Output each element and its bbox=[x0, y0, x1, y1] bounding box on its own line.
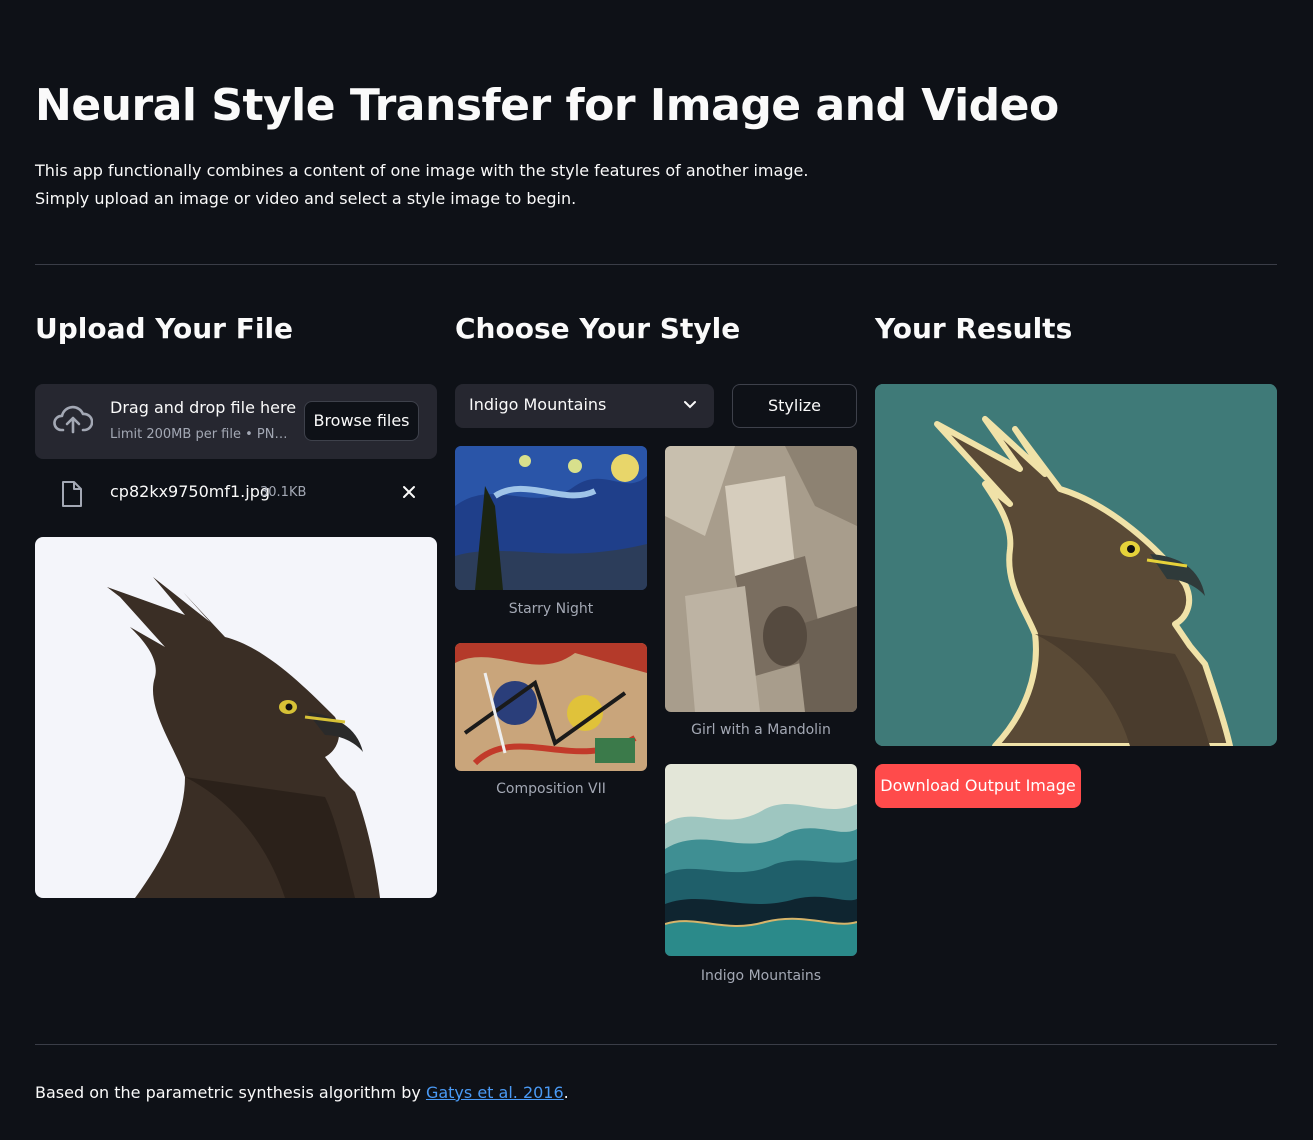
divider-top bbox=[35, 264, 1277, 265]
footer-text: Based on the parametric synthesis algori… bbox=[35, 1083, 569, 1102]
dropzone-limit: Limit 200MB per file • PN… bbox=[110, 427, 288, 442]
download-output-button[interactable]: Download Output Image bbox=[875, 764, 1081, 808]
results-heading: Your Results bbox=[875, 312, 1073, 345]
intro-line-1: This app functionally combines a content… bbox=[35, 161, 809, 180]
style-select-value: Indigo Mountains bbox=[469, 395, 607, 414]
chevron-down-icon bbox=[684, 401, 696, 409]
composition-vii-art bbox=[455, 643, 647, 771]
style-thumb-starry-night[interactable] bbox=[455, 446, 647, 590]
intro-line-2: Simply upload an image or video and sele… bbox=[35, 189, 577, 208]
cloud-upload-icon bbox=[53, 405, 93, 434]
style-caption-girl-with-a-mandolin: Girl with a Mandolin bbox=[691, 722, 831, 738]
dropzone-title: Drag and drop file here bbox=[110, 398, 297, 417]
upload-heading: Upload Your File bbox=[35, 312, 294, 345]
style-thumb-girl-with-a-mandolin[interactable] bbox=[665, 446, 857, 712]
close-icon[interactable] bbox=[399, 482, 419, 502]
style-select[interactable]: Indigo Mountains bbox=[455, 384, 714, 428]
browse-files-button[interactable]: Browse files bbox=[304, 401, 419, 441]
uploaded-file-row: cp82kx9750mf1.jpg 30.1KB bbox=[35, 476, 437, 512]
intro-text: This app functionally combines a content… bbox=[35, 157, 808, 213]
uploaded-image bbox=[35, 537, 437, 898]
style-thumb-indigo-mountains[interactable] bbox=[665, 764, 857, 956]
stylized-eagle-art bbox=[875, 384, 1277, 746]
style-thumb-composition-vii[interactable] bbox=[455, 643, 647, 771]
uploaded-file-name: cp82kx9750mf1.jpg bbox=[110, 482, 271, 501]
stylize-button[interactable]: Stylize bbox=[732, 384, 857, 428]
style-heading: Choose Your Style bbox=[455, 312, 741, 345]
style-caption-composition-vii: Composition VII bbox=[496, 781, 606, 797]
mandolin-art bbox=[665, 446, 857, 712]
uploaded-file-size: 30.1KB bbox=[260, 485, 307, 500]
starry-night-art bbox=[455, 446, 647, 590]
file-dropzone[interactable]: Drag and drop file here Limit 200MB per … bbox=[35, 384, 437, 459]
footer-suffix: . bbox=[563, 1083, 569, 1102]
page-title: Neural Style Transfer for Image and Vide… bbox=[35, 80, 1059, 131]
eagle-photo bbox=[107, 577, 380, 898]
footer-prefix: Based on the parametric synthesis algori… bbox=[35, 1083, 421, 1102]
style-caption-indigo-mountains: Indigo Mountains bbox=[700, 968, 822, 984]
indigo-mountains-art bbox=[665, 764, 857, 956]
gatys-paper-link[interactable]: Gatys et al. 2016 bbox=[426, 1083, 564, 1102]
file-icon bbox=[62, 481, 82, 507]
output-image bbox=[875, 384, 1277, 746]
style-caption-starry-night: Starry Night bbox=[508, 601, 594, 617]
divider-bottom bbox=[35, 1044, 1277, 1045]
